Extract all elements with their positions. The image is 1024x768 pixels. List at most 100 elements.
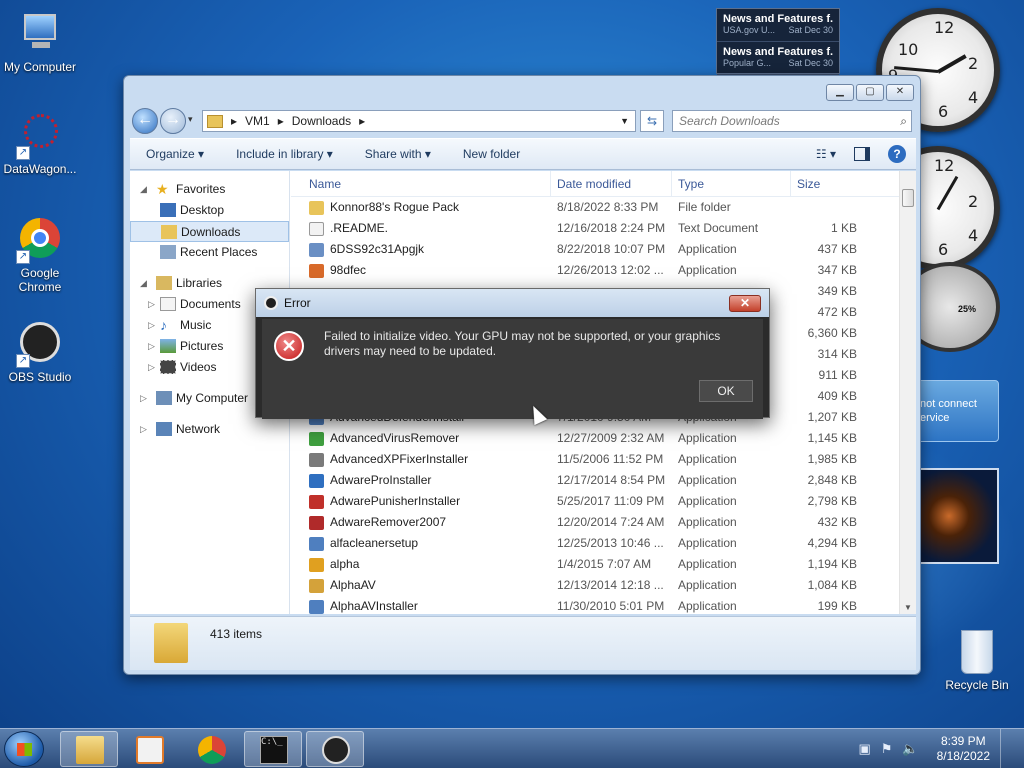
nav-label: Recent Places [180, 245, 258, 259]
share-with-button[interactable]: Share with ▾ [349, 147, 447, 161]
file-row[interactable]: alfacleanersetup 12/25/2013 10:46 ... Appl… [291, 533, 916, 554]
change-view-icon[interactable]: ☷ ▾ [816, 147, 836, 161]
column-header-name[interactable]: Name [291, 171, 551, 196]
forward-button[interactable]: → [160, 108, 186, 134]
file-row[interactable]: .README. 12/16/2018 2:24 PM Text Document 1… [291, 218, 916, 239]
nav-network[interactable]: ▷ Network [130, 419, 289, 440]
collapse-arrow-icon[interactable]: ◢ [140, 179, 147, 200]
taskbar-obs[interactable] [306, 731, 364, 767]
file-size: 1 KB [830, 221, 857, 235]
maximize-button[interactable]: ▢ [856, 84, 884, 101]
taskbar-explorer[interactable] [60, 731, 118, 767]
file-name-cell: Konnor88's Rogue Pack [291, 197, 551, 218]
weather-gadget[interactable]: not connect ervice [915, 380, 999, 442]
desktop-icon-my-computer[interactable]: My Computer [0, 10, 80, 74]
expand-arrow-icon[interactable]: ▷ [148, 357, 155, 378]
news-item[interactable]: News and Features f... USA.gov U... Sat D… [717, 9, 839, 42]
file-row[interactable]: 98dfec 12/26/2013 12:02 ... Application 347… [291, 260, 916, 281]
taskbar-chrome[interactable] [182, 731, 240, 767]
help-icon[interactable]: ? [888, 145, 906, 163]
file-size: 6,360 KB [807, 326, 857, 340]
clock-minute-hand [894, 66, 939, 73]
action-center-flag-icon[interactable]: ⚑ [881, 741, 893, 757]
file-size: 2,798 KB [807, 494, 857, 508]
pictures-icon [160, 339, 176, 353]
file-row[interactable]: AdwarePunisherInstaller 5/25/2017 11:09 P… [291, 491, 916, 512]
new-folder-button[interactable]: New folder [447, 147, 536, 161]
file-row[interactable]: AdwareProInstaller 12/17/2014 8:54 PM Appl… [291, 470, 916, 491]
show-desktop-button[interactable] [1000, 729, 1010, 768]
address-dropdown-icon[interactable]: ▼ [620, 116, 629, 126]
column-header-date[interactable]: Date modified [551, 171, 672, 196]
nav-recent-places[interactable]: Recent Places [130, 242, 289, 263]
column-header-type[interactable]: Type [672, 171, 791, 196]
file-size: 199 KB [817, 599, 857, 613]
refresh-button[interactable]: ⇆ [640, 110, 664, 132]
desktop-icon-obs-studio[interactable]: ↗ OBS Studio [0, 320, 80, 384]
nav-downloads[interactable]: Downloads [130, 221, 289, 242]
file-row[interactable]: AdvancedXPFixerInstaller 11/5/2006 11:52 … [291, 449, 916, 470]
item-count: 413 items [210, 627, 263, 641]
news-gadget[interactable]: News and Features f... USA.gov U... Sat D… [716, 8, 840, 75]
slideshow-gadget[interactable] [915, 468, 999, 564]
search-icon[interactable]: ⌕ [900, 111, 907, 131]
desktop-icon-label: My Computer [3, 60, 77, 74]
organize-button[interactable]: Organize ▾ [130, 147, 220, 161]
file-row[interactable]: alpha 1/4/2015 7:07 AM Application 1,194 KB [291, 554, 916, 575]
news-item[interactable]: News and Features f... Popular G... Sat D… [717, 42, 839, 75]
expand-arrow-icon[interactable]: ▷ [140, 388, 147, 409]
address-bar[interactable]: ▸ VM1 ▸ Downloads ▸ ▼ [202, 110, 636, 132]
desktop-icon-label: Recycle Bin [945, 678, 1009, 692]
nav-label: Pictures [180, 339, 224, 353]
close-button[interactable]: ✕ [886, 84, 914, 101]
desktop-icon-recycle-bin[interactable]: Recycle Bin [942, 630, 1012, 692]
file-size: 4,294 KB [807, 536, 857, 550]
scroll-down-arrow-icon[interactable]: ▼ [904, 603, 912, 612]
file-size: 472 KB [817, 305, 857, 319]
details-pane: 413 items [130, 616, 916, 670]
minimize-button[interactable]: ▁ [826, 84, 854, 101]
desktop-icon-datawagon[interactable]: ↗ DataWagon... [0, 112, 80, 176]
vertical-scrollbar[interactable]: ▼ [899, 171, 916, 614]
file-row[interactable]: AlphaAVInstaller 11/30/2010 5:01 PM Applic… [291, 596, 916, 614]
recent-pages-dropdown[interactable]: ▾ [188, 114, 193, 125]
file-row[interactable]: 6DSS92c31Apgjk 8/22/2018 10:07 PM Applicat… [291, 239, 916, 260]
nav-favorites[interactable]: ◢ ★ Favorites [130, 179, 289, 200]
back-button[interactable]: ← [132, 108, 158, 134]
file-row[interactable]: AdvancedVirusRemover 12/27/2009 2:32 AM Ap… [291, 428, 916, 449]
taskbar-clock[interactable]: 8:39 PM 8/18/2022 [937, 734, 990, 764]
expand-arrow-icon[interactable]: ▷ [148, 315, 155, 336]
nav-desktop[interactable]: Desktop [130, 200, 289, 221]
nav-label: Desktop [180, 203, 225, 217]
desktop-icon-google-chrome[interactable]: ↗ Google Chrome [0, 216, 80, 294]
dialog-titlebar[interactable]: Error ✕ [256, 289, 769, 317]
file-row[interactable]: Konnor88's Rogue Pack 8/18/2022 8:33 PM Fi… [291, 197, 916, 218]
volume-icon[interactable]: 🔈 [902, 741, 918, 757]
file-name: AdvancedXPFixerInstaller [330, 452, 469, 466]
include-in-library-button[interactable]: Include in library ▾ [220, 147, 349, 161]
file-size: 437 KB [817, 242, 857, 256]
start-button[interactable] [4, 731, 44, 767]
breadcrumb-vm1[interactable]: VM1 [245, 114, 270, 128]
dialog-close-button[interactable]: ✕ [729, 295, 761, 312]
file-row[interactable]: AdwareRemover2007 12/20/2014 7:24 AM Appli… [291, 512, 916, 533]
expand-arrow-icon[interactable]: ▷ [140, 419, 147, 440]
column-header-size[interactable]: Size [791, 171, 871, 196]
error-dialog[interactable]: Error ✕ ✕ Failed to initialize video. Yo… [255, 288, 770, 419]
network-icon[interactable]: ▣ [858, 741, 870, 757]
collapse-arrow-icon[interactable]: ◢ [140, 273, 147, 294]
file-type: Application [678, 557, 737, 571]
expand-arrow-icon[interactable]: ▷ [148, 336, 155, 357]
ok-button[interactable]: OK [699, 380, 753, 402]
search-input[interactable]: Search Downloads ⌕ [672, 110, 912, 132]
expand-arrow-icon[interactable]: ▷ [148, 294, 155, 315]
breadcrumb-separator: ▸ [277, 114, 284, 128]
file-row[interactable]: AlphaAV 12/13/2014 12:18 ... Application 1,… [291, 575, 916, 596]
preview-pane-icon[interactable] [854, 147, 870, 161]
breadcrumb-downloads[interactable]: Downloads [292, 114, 351, 128]
file-icon [309, 452, 324, 467]
taskbar-command-prompt[interactable]: C:\_ [244, 731, 302, 767]
scrollbar-thumb[interactable] [902, 189, 914, 207]
file-icon [309, 515, 324, 530]
taskbar-media-player[interactable] [120, 731, 178, 767]
